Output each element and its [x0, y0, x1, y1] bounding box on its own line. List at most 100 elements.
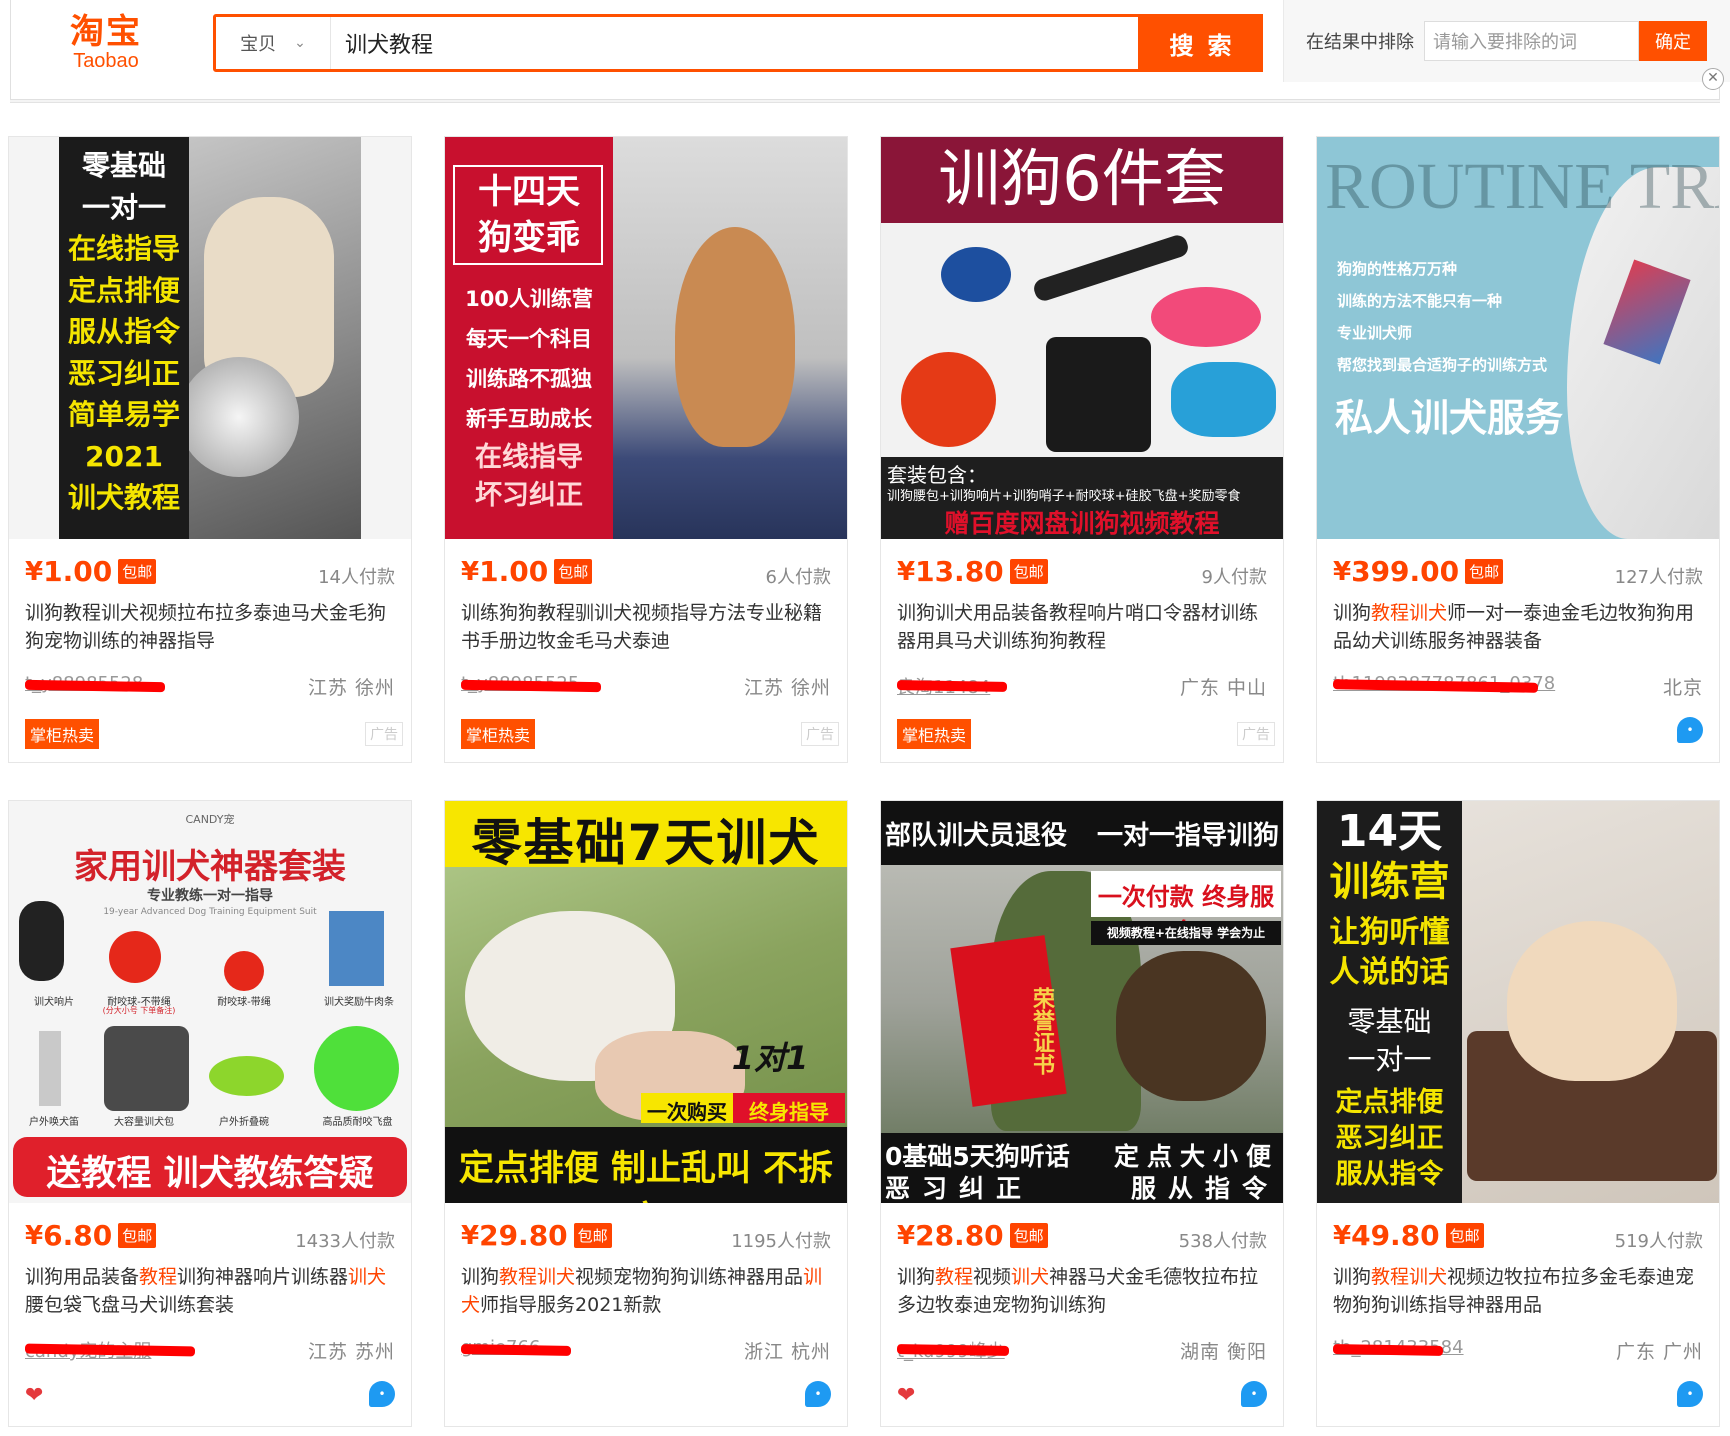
price: ¥ 399.00 包邮	[1333, 555, 1504, 588]
product-image[interactable]: 14天 训练营 让狗听懂 人说的话 零基础 一对一 定点排便 恶习纠正 服从指令	[1317, 801, 1719, 1203]
price: ¥ 1.00 包邮	[461, 555, 593, 588]
header-bar: 淘宝 Taobao 宝贝 ⌄ 训犬教程 搜索 在结果中排除 请输入要排除的词 确…	[10, 0, 1730, 100]
product-card[interactable]: 十四天 狗变乖 100人训练营 每天一个科目 训练路不孤独 新手互助成长 在线指…	[444, 136, 848, 763]
title-part: 训狗神器响片训练器	[177, 1266, 349, 1288]
location: 江苏 徐州	[743, 677, 831, 699]
product-title[interactable]: 训狗教程训犬视频宠物狗狗训练神器用品训犬师指导服务2021新款	[461, 1263, 831, 1319]
title-part: 师指导服务2021新款	[480, 1294, 662, 1316]
img-line: 定点排便 制止乱叫 不拆家	[458, 1149, 834, 1203]
search-input[interactable]: 训犬教程	[331, 17, 1138, 69]
sales-count: 538人付款	[1178, 1231, 1267, 1252]
redaction-mark	[896, 680, 1008, 692]
wangwang-chat-icon[interactable]: •	[1677, 1381, 1703, 1407]
img-line: 训练路不孤独	[466, 367, 592, 391]
product-card[interactable]: ROUTINE TRAINING 狗狗的性格万万种 训练的方法不能只有一种 专业…	[1316, 136, 1720, 763]
img-line: 一次购买	[647, 1100, 727, 1124]
title-part: 视频宠物狗狗训练神器用品	[575, 1266, 804, 1288]
product-image[interactable]: 零基础7天训犬 1对1 一次购买 终身指导 定点排便 制止乱叫 不拆家	[445, 801, 847, 1203]
price: ¥ 1.00 包邮	[25, 555, 157, 588]
img-line: 在线指导	[475, 442, 583, 473]
price-value: 1.00	[479, 555, 549, 588]
price: ¥ 28.80 包邮	[897, 1219, 1048, 1252]
img-line: 恶习纠正	[885, 1174, 1034, 1203]
search-button[interactable]: 搜索	[1138, 14, 1263, 72]
img-line: 大容量训犬包	[114, 1117, 174, 1128]
currency-symbol: ¥	[1333, 556, 1352, 587]
product-title[interactable]: 训狗教程训犬师一对一泰迪金毛边牧狗狗用品幼犬训练服务神器装备	[1333, 599, 1703, 655]
title-part: 训狗	[1333, 1266, 1372, 1288]
product-title[interactable]: 训狗教程视频训犬神器马犬金毛德牧拉布拉多边牧泰迪宠物狗训练狗	[897, 1263, 1267, 1319]
img-line: 训犬奖励牛肉条	[324, 997, 394, 1008]
product-image[interactable]: 训狗6件套 套装包含： 训狗腰包+训狗响片+训狗哨子+耐咬球+硅胶飞盘+奖励零食…	[881, 137, 1283, 539]
img-line: 零基础	[81, 149, 166, 182]
product-card[interactable]: 零基础 一对一 在线指导 定点排便 服从指令 恶习纠正 简单易学 2021 训犬…	[8, 136, 412, 763]
product-card[interactable]: CANDY宠 家用训犬神器套装 专业教练一对一指导 19-year Advanc…	[8, 800, 412, 1427]
exclude-confirm-button[interactable]: 确定	[1639, 21, 1707, 61]
product-title[interactable]: 训狗教程训犬视频边牧拉布拉多金毛泰迪宠物狗狗训练指导神器用品	[1333, 1263, 1703, 1319]
wangwang-chat-icon[interactable]: •	[1241, 1381, 1267, 1407]
product-image[interactable]: 荣誉证书 部队训犬员退役 一对一指导训狗 一次付款 终身服务 视频教程+在线指导…	[881, 801, 1283, 1203]
img-line: 套装包含：	[887, 463, 987, 487]
exclude-input[interactable]: 请输入要排除的词	[1424, 21, 1639, 61]
wangwang-chat-icon[interactable]: •	[805, 1381, 831, 1407]
free-shipping-badge: 包邮	[554, 559, 593, 584]
product-card[interactable]: 荣誉证书 部队训犬员退役 一对一指导训狗 一次付款 终身服务 视频教程+在线指导…	[880, 800, 1284, 1427]
location: 北京	[1662, 677, 1703, 699]
title-part: 视频	[973, 1266, 1012, 1288]
shop-link[interactable]: gmie766	[460, 1337, 591, 1361]
img-line: 恶习纠正	[1335, 1123, 1444, 1154]
product-image[interactable]: ROUTINE TRAINING 狗狗的性格万万种 训练的方法不能只有一种 专业…	[1317, 137, 1719, 539]
img-line: 耐咬球-带绳	[217, 997, 271, 1008]
currency-symbol: ¥	[897, 556, 916, 587]
img-line: 专业训犬师	[1337, 324, 1413, 342]
title-highlight: 训犬	[537, 1266, 576, 1288]
close-icon[interactable]: ✕	[1702, 68, 1724, 90]
product-image[interactable]: 零基础 一对一 在线指导 定点排便 服从指令 恶习纠正 简单易学 2021 训犬…	[9, 137, 411, 539]
shop-link[interactable]: tb1198387787861_0378	[1332, 673, 1555, 697]
hot-seller-badge[interactable]: 掌柜热卖	[25, 719, 100, 749]
shop-link[interactable]: t_ku999峰少	[896, 1337, 1027, 1362]
shop-link[interactable]: t_y88985525	[460, 673, 602, 697]
img-line: 14天	[1336, 806, 1443, 857]
sales-count: 14人付款	[318, 567, 395, 588]
product-title[interactable]: 训狗教程训犬视频拉布拉多泰迪马犬金毛狗狗宠物训练的神器指导	[25, 599, 395, 655]
currency-symbol: ¥	[461, 1220, 480, 1251]
product-card[interactable]: 训狗6件套 套装包含： 训狗腰包+训狗响片+训狗哨子+耐咬球+硅胶飞盘+奖励零食…	[880, 136, 1284, 763]
product-image[interactable]: CANDY宠 家用训犬神器套装 专业教练一对一指导 19-year Advanc…	[9, 801, 411, 1203]
img-line: 狗变乖	[478, 218, 580, 258]
price: ¥ 49.80 包邮	[1333, 1219, 1484, 1252]
sales-count: 6人付款	[765, 567, 831, 588]
hot-seller-badge[interactable]: 掌柜热卖	[461, 719, 536, 749]
product-title[interactable]: 训狗训犬用品装备教程响片哨口令器材训练器用具马犬训练狗狗教程	[897, 599, 1267, 655]
img-line: 视频教程+在线指导 学会为止	[1106, 926, 1266, 940]
img-line: 服从指令	[67, 315, 180, 348]
exclude-label: 在结果中排除	[1306, 32, 1414, 53]
category-select[interactable]: 宝贝 ⌄	[216, 17, 331, 69]
product-card[interactable]: 14天 训练营 让狗听懂 人说的话 零基础 一对一 定点排便 恶习纠正 服从指令…	[1316, 800, 1720, 1427]
shop-link[interactable]: candy宠的主服	[24, 1337, 196, 1362]
img-line: 坏习纠正	[475, 480, 583, 511]
title-highlight: 教程	[1371, 602, 1410, 624]
title-part: 腰包袋飞盘马犬训练套装	[25, 1294, 235, 1316]
shop-link[interactable]: tb_281433584	[1332, 1337, 1464, 1361]
shop-link[interactable]: 良淘11484	[896, 673, 1027, 698]
location: 广东 中山	[1179, 677, 1267, 699]
taobao-logo[interactable]: 淘宝 Taobao	[46, 14, 166, 74]
shop-link[interactable]: t_y88985528	[24, 673, 166, 697]
currency-symbol: ¥	[1333, 1220, 1352, 1251]
product-image[interactable]: 十四天 狗变乖 100人训练营 每天一个科目 训练路不孤独 新手互助成长 在线指…	[445, 137, 847, 539]
img-line: 训练营	[1329, 859, 1450, 905]
img-line: 零基础7天训犬	[471, 814, 821, 872]
redaction-mark	[896, 1344, 1010, 1356]
product-title[interactable]: 训狗用品装备教程训狗神器响片训练器训犬腰包袋飞盘马犬训练套装	[25, 1263, 395, 1319]
product-card[interactable]: 零基础7天训犬 1对1 一次购买 终身指导 定点排便 制止乱叫 不拆家 ¥ 29…	[444, 800, 848, 1427]
img-line: 一对一	[81, 190, 166, 224]
location: 广东 广州	[1615, 1341, 1703, 1363]
img-line: 私人训犬服务	[1335, 396, 1564, 440]
wangwang-chat-icon[interactable]: •	[369, 1381, 395, 1407]
redaction-mark	[1332, 1344, 1444, 1356]
wangwang-chat-icon[interactable]: •	[1677, 717, 1703, 743]
hot-seller-badge[interactable]: 掌柜热卖	[897, 719, 972, 749]
product-title[interactable]: 训练狗狗教程驯训犬视频指导方法专业秘籍书手册边牧金毛马犬泰迪	[461, 599, 831, 655]
img-line: 恶习纠正	[67, 356, 180, 390]
